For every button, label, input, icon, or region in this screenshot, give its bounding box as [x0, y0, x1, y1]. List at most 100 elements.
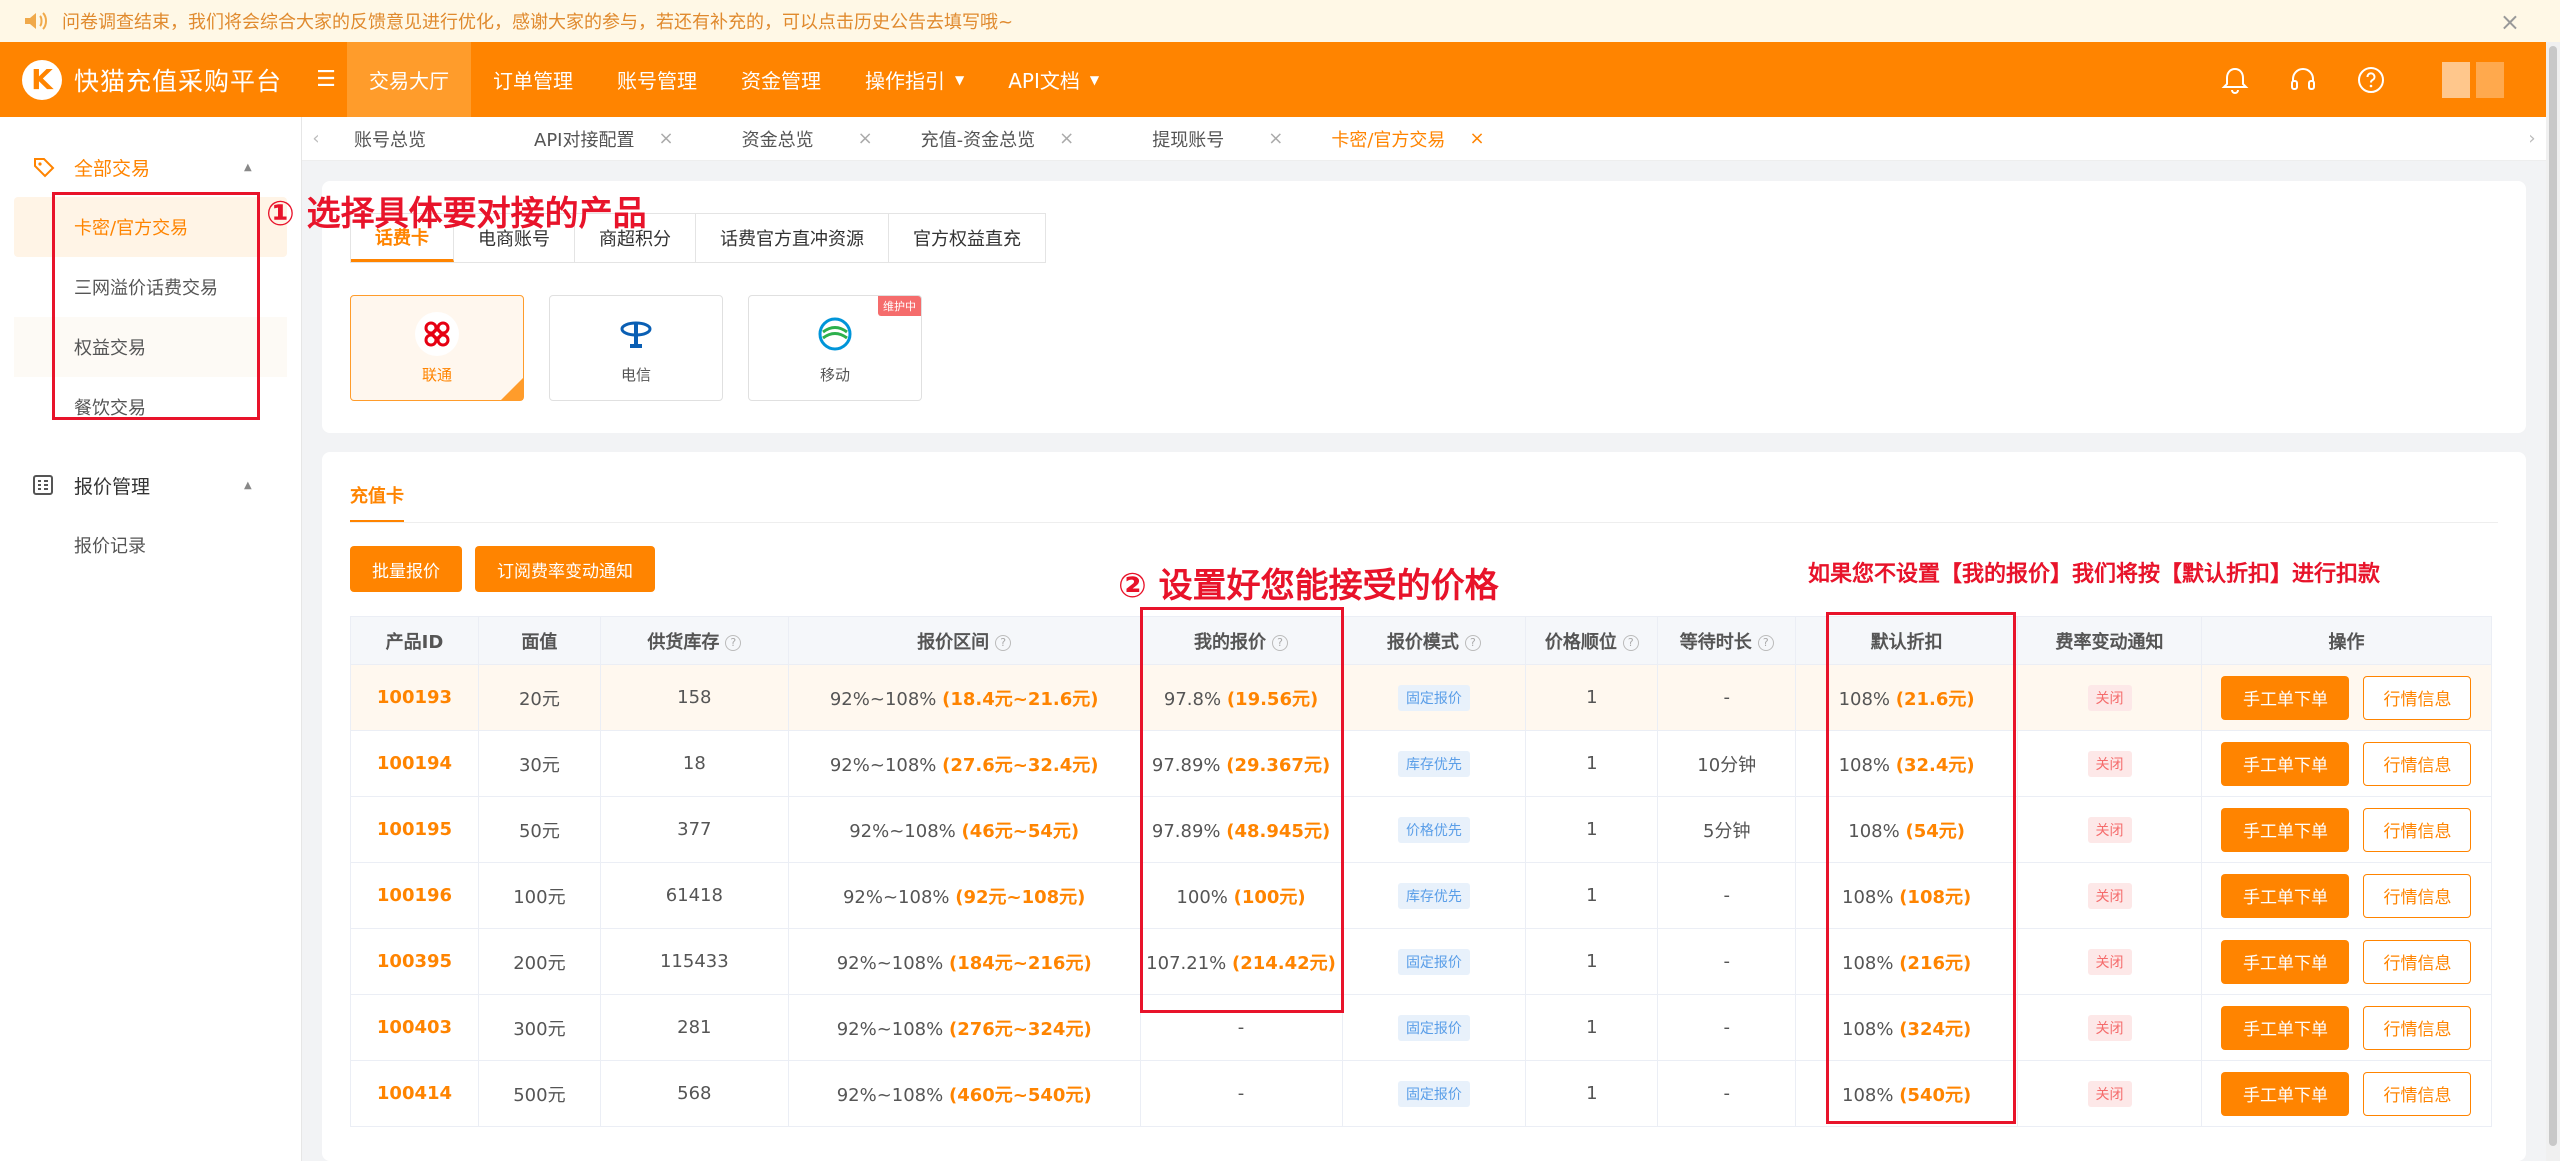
tab-recharge-fund[interactable]: 充值-资金总览 × [897, 117, 1099, 161]
col-rate-notify: 费率变动通知 [2017, 616, 2202, 665]
wait-time: - [1657, 664, 1797, 731]
headset-icon[interactable] [2286, 63, 2320, 97]
subscribe-rate-button[interactable]: 订阅费率变动通知 [475, 546, 655, 592]
mobile-logo-icon [813, 311, 857, 356]
quote-range: 92%~108% (460元~540元) [787, 1060, 1141, 1127]
tab-fund-overview[interactable]: 资金总览 × [698, 117, 897, 161]
stock: 568 [599, 1060, 789, 1127]
manual-order-button[interactable]: 手工单下单 [2221, 939, 2350, 984]
carrier-unicom[interactable]: 联通 [350, 295, 524, 401]
tab-api-config[interactable]: API对接配置 × [510, 117, 698, 161]
nav-funds[interactable]: 资金管理 [719, 42, 843, 117]
manual-order-button[interactable]: 手工单下单 [2221, 1005, 2350, 1050]
manual-order-button[interactable]: 手工单下单 [2221, 873, 2350, 918]
notice-close-icon[interactable]: × [2500, 8, 2520, 36]
tab-official-rights[interactable]: 官方权益直充 [889, 214, 1045, 262]
bell-icon[interactable] [2218, 63, 2252, 97]
close-icon[interactable]: × [1059, 128, 1074, 149]
col-stock: 供货库存? [599, 616, 789, 665]
menu-toggle-icon[interactable]: ☰ [305, 67, 347, 92]
close-icon[interactable]: × [658, 128, 673, 149]
avatar[interactable] [2442, 61, 2504, 98]
tab-official-direct[interactable]: 话费官方直冲资源 [696, 214, 889, 262]
tab-recharge-card[interactable]: 充值卡 [350, 482, 404, 523]
product-id[interactable]: 100194 [350, 730, 479, 797]
tab-withdraw-account[interactable]: 提现账号 × [1098, 117, 1307, 161]
price-rank: 1 [1525, 862, 1659, 929]
quote-mode: 固定报价 [1341, 994, 1527, 1061]
mode-badge: 固定报价 [1397, 948, 1470, 975]
market-info-button[interactable]: 行情信息 [2363, 1071, 2472, 1116]
tab-card-official[interactable]: 卡密/官方交易 × [1307, 117, 1508, 161]
face-value: 500元 [477, 1060, 601, 1127]
nav-orders[interactable]: 订单管理 [471, 42, 595, 117]
nav-accounts[interactable]: 账号管理 [595, 42, 719, 117]
help-icon: ? [725, 634, 742, 651]
chevron-down-icon: ▼ [955, 72, 965, 87]
sidebar-group-quote-mgmt[interactable]: 报价管理 ▲ [0, 455, 301, 515]
product-id[interactable]: 100195 [350, 796, 479, 863]
product-id[interactable]: 100414 [350, 1060, 479, 1127]
tabs-right-arrow-icon[interactable]: › [2518, 128, 2546, 149]
market-info-button[interactable]: 行情信息 [2363, 939, 2472, 984]
scrollbar[interactable] [2546, 42, 2560, 1161]
nav-api-docs[interactable]: API文档 ▼ [986, 42, 1121, 117]
sidebar-group-all-trades[interactable]: 全部交易 ▲ [0, 137, 301, 197]
my-quote[interactable]: - [1139, 1060, 1343, 1127]
help-icon[interactable] [2354, 63, 2388, 97]
annotation-select-product: ① 选择具体要对接的产品 [266, 194, 647, 234]
logo[interactable]: K 快猫充值采购平台 [0, 59, 305, 100]
rate-notify[interactable]: 关闭 [2017, 664, 2202, 731]
page-tabs: ‹ 账号总览 API对接配置 × 资金总览 × 充值-资金总览 × 提现账号 × 卡密/… [302, 117, 2546, 161]
market-info-button[interactable]: 行情信息 [2363, 741, 2472, 786]
batch-quote-button[interactable]: 批量报价 [350, 546, 462, 592]
tab-account-overview[interactable]: 账号总览 [330, 117, 510, 161]
actions: 手工单下单 行情信息 [2200, 664, 2493, 731]
telecom-logo-icon [614, 311, 658, 356]
rate-notify[interactable]: 关闭 [2017, 994, 2202, 1061]
status-badge: 关闭 [2087, 684, 2132, 711]
table-row: 100194 30元 18 92%~108% (27.6元~32.4元) 97.… [350, 730, 2493, 797]
market-info-button[interactable]: 行情信息 [2363, 675, 2472, 720]
rate-notify[interactable]: 关闭 [2017, 928, 2202, 995]
market-info-button[interactable]: 行情信息 [2363, 1005, 2472, 1050]
quote-range: 92%~108% (276元~324元) [787, 994, 1141, 1061]
actions: 手工单下单 行情信息 [2200, 730, 2493, 797]
manual-order-button[interactable]: 手工单下单 [2221, 1071, 2350, 1116]
tabs-left-arrow-icon[interactable]: ‹ [302, 128, 330, 149]
manual-order-button[interactable]: 手工单下单 [2221, 807, 2350, 852]
product-id[interactable]: 100193 [350, 664, 479, 731]
product-id[interactable]: 100403 [350, 994, 479, 1061]
col-wait-time: 等待时长? [1657, 616, 1797, 665]
product-id[interactable]: 100196 [350, 862, 479, 929]
quote-table: 产品ID 面值 供货库存? 报价区间? 我的报价? 报价模式? 价格顺位? 等待… [350, 616, 2493, 1127]
product-id[interactable]: 100395 [350, 928, 479, 995]
stock: 377 [599, 796, 789, 863]
stock: 281 [599, 994, 789, 1061]
status-badge: 关闭 [2087, 750, 2132, 777]
manual-order-button[interactable]: 手工单下单 [2221, 675, 2350, 720]
nav-trade-hall[interactable]: 交易大厅 [347, 42, 471, 117]
close-icon[interactable]: × [858, 128, 873, 149]
wait-time: 5分钟 [1657, 796, 1797, 863]
carrier-telecom[interactable]: 电信 [549, 295, 723, 401]
col-face-value: 面值 [477, 616, 601, 665]
manual-order-button[interactable]: 手工单下单 [2221, 741, 2350, 786]
help-icon: ? [1464, 634, 1481, 651]
carrier-mobile[interactable]: 维护中 移动 [748, 295, 922, 401]
close-icon[interactable]: × [1268, 128, 1283, 149]
selected-check-icon [501, 378, 523, 400]
actions: 手工单下单 行情信息 [2200, 994, 2493, 1061]
annotation-default-note: 如果您不设置【我的报价】我们将按【默认折扣】进行扣款 [1808, 562, 2381, 587]
sidebar-item-quote-records[interactable]: 报价记录 [0, 515, 301, 575]
help-icon: ? [1757, 634, 1774, 651]
market-info-button[interactable]: 行情信息 [2363, 807, 2472, 852]
rate-notify[interactable]: 关闭 [2017, 730, 2202, 797]
nav-guide[interactable]: 操作指引 ▼ [843, 42, 986, 117]
rate-notify[interactable]: 关闭 [2017, 1060, 2202, 1127]
wait-time: - [1657, 928, 1797, 995]
rate-notify[interactable]: 关闭 [2017, 796, 2202, 863]
market-info-button[interactable]: 行情信息 [2363, 873, 2472, 918]
close-icon[interactable]: × [1469, 128, 1484, 149]
rate-notify[interactable]: 关闭 [2017, 862, 2202, 929]
